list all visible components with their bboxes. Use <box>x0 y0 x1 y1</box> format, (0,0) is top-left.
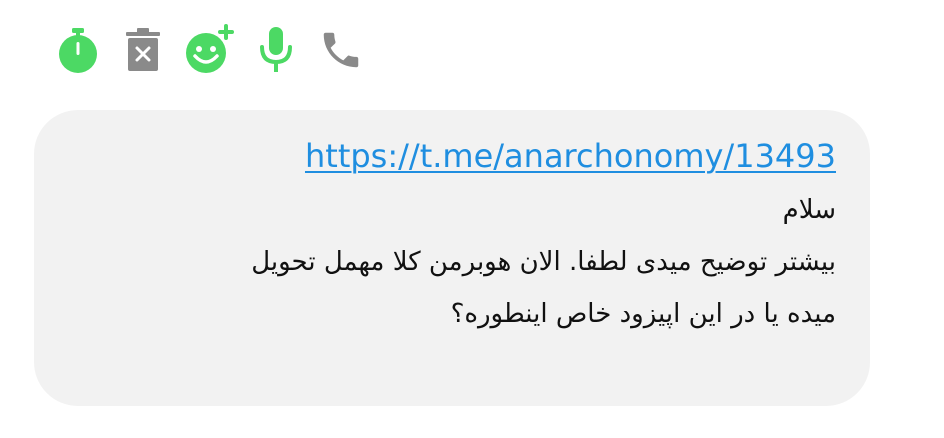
message-link[interactable]: https://t.me/anarchonomy/13493 <box>305 134 836 178</box>
message-content: https://t.me/anarchonomy/13493 سلام بیشت… <box>76 134 836 340</box>
message-text: سلام بیشتر توضیح میدی لطفا. الان هوبرمن … <box>76 184 836 340</box>
message-action-toolbar <box>0 0 944 100</box>
mic-icon[interactable] <box>250 24 302 76</box>
phone-icon[interactable] <box>315 24 367 76</box>
message-line: بیشتر توضیح میدی لطفا. الان هوبرمن کلا م… <box>251 247 836 277</box>
delete-icon[interactable] <box>117 24 169 76</box>
add-reaction-icon[interactable] <box>183 24 235 76</box>
message-line: میده یا در این اپیزود خاص اینطوره؟ <box>450 299 836 329</box>
timer-icon[interactable] <box>52 24 104 76</box>
message-line: سلام <box>782 195 836 225</box>
message-bubble[interactable]: https://t.me/anarchonomy/13493 سلام بیشت… <box>34 110 870 406</box>
